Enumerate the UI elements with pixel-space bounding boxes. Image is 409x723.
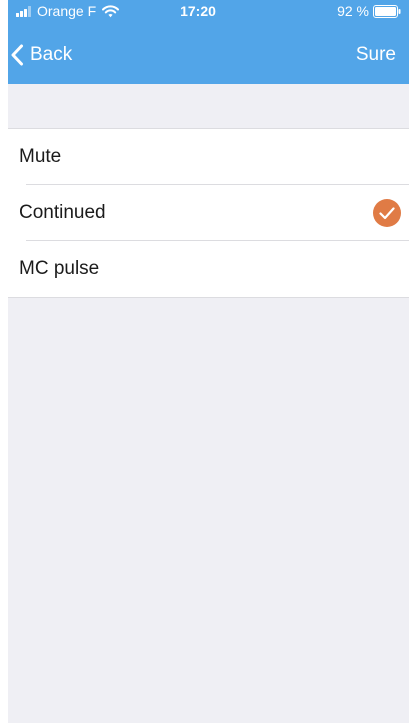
back-label: Back	[30, 44, 73, 65]
option-continued[interactable]: Continued	[8, 185, 409, 241]
options-list: Mute Continued MC pulse	[8, 128, 409, 298]
navigation-bar: Back Sure	[8, 38, 409, 72]
battery-icon	[373, 4, 401, 18]
status-right: 92 %	[337, 4, 401, 18]
status-time: 17:20	[180, 3, 216, 19]
top-bar: Orange F 17:20 92 % Back Sure	[8, 0, 409, 84]
signal-icon	[16, 5, 32, 17]
check-circle-icon	[373, 199, 401, 227]
back-button[interactable]: Back	[8, 38, 72, 72]
option-mc-pulse[interactable]: MC pulse	[8, 241, 409, 297]
app-screen: Orange F 17:20 92 % Back Sure Mute Conti…	[8, 0, 409, 723]
wifi-icon	[102, 4, 120, 17]
option-label: MC pulse	[19, 258, 100, 279]
sure-button[interactable]: Sure	[356, 38, 396, 72]
chevron-left-icon	[11, 44, 23, 66]
carrier-name: Orange F	[37, 3, 97, 19]
battery-percent: 92 %	[337, 3, 369, 19]
status-bar: Orange F 17:20 92 %	[8, 0, 409, 22]
status-left: Orange F	[16, 3, 120, 19]
option-mute[interactable]: Mute	[8, 129, 409, 185]
option-label: Continued	[19, 202, 106, 223]
option-label: Mute	[19, 146, 62, 167]
